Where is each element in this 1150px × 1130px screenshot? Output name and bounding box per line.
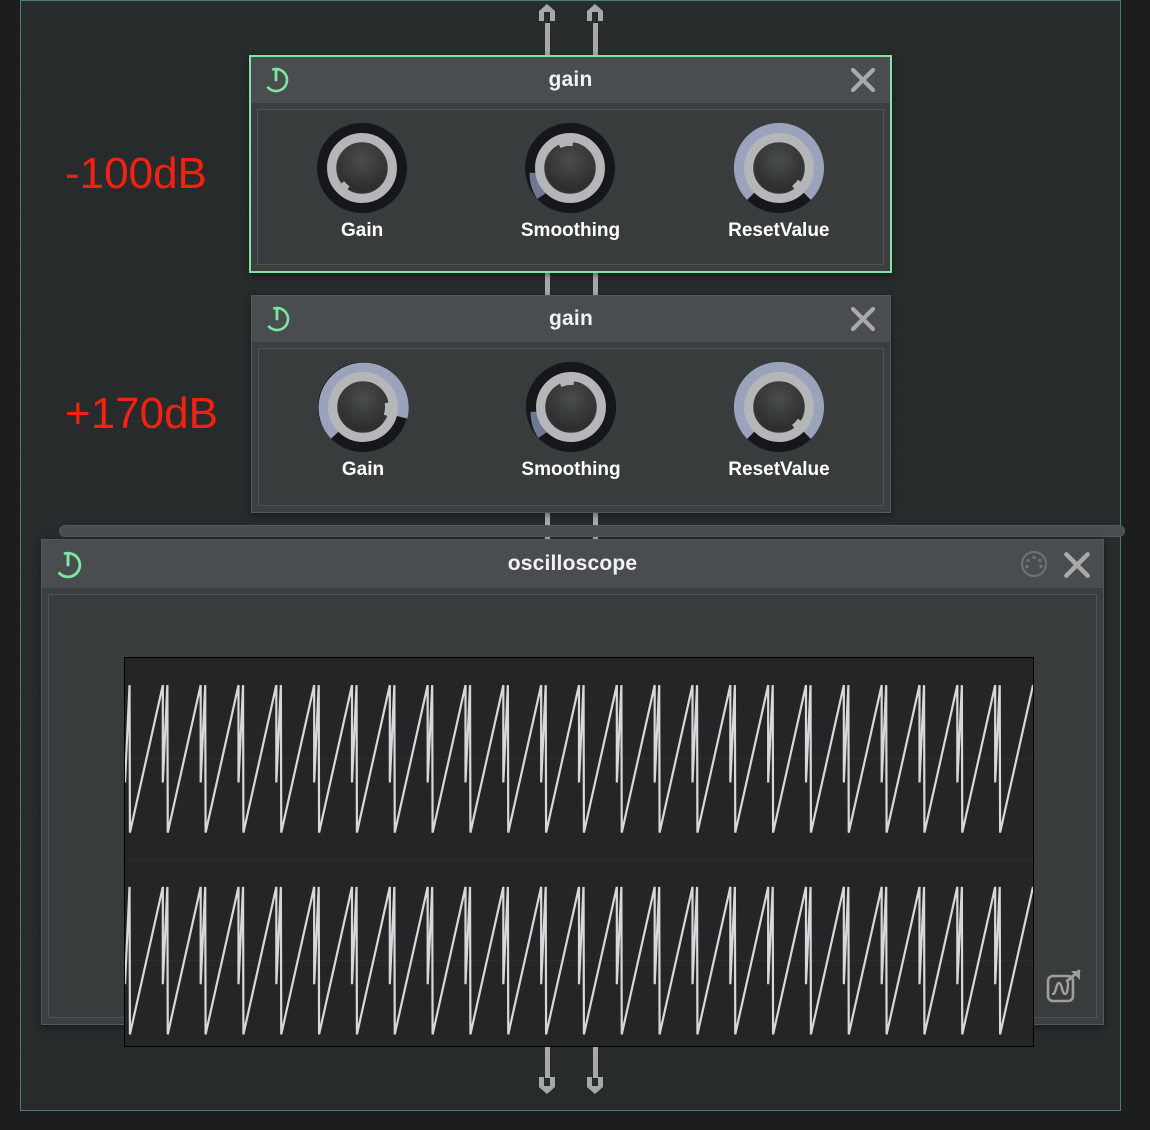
- power-icon[interactable]: [263, 67, 289, 93]
- knob-cell-smoothing: Smoothing: [486, 361, 656, 481]
- knob-cell-smoothing: Smoothing: [485, 122, 655, 242]
- power-icon[interactable]: [54, 551, 82, 579]
- port-input-right[interactable]: [584, 3, 606, 25]
- power-icon[interactable]: [264, 306, 290, 332]
- knob-row: Gain Smoothing ResetValue: [258, 122, 883, 242]
- module-title: oscilloscope: [507, 552, 638, 575]
- close-icon[interactable]: [848, 65, 878, 95]
- module-title: gain: [549, 307, 593, 330]
- module-body: Gain Smoothing ResetValue: [257, 109, 884, 265]
- knob-label: ResetValue: [728, 220, 830, 241]
- module-gain-2[interactable]: gain Gain Smoothing ResetValue: [251, 295, 891, 513]
- knob-label: Gain: [341, 220, 384, 241]
- module-title: gain: [548, 68, 593, 91]
- annotation-gain-2: +170dB: [65, 389, 218, 438]
- midi-icon[interactable]: [1019, 549, 1049, 579]
- port-output-right[interactable]: [584, 1069, 606, 1094]
- module-oscilloscope[interactable]: oscilloscope: [41, 539, 1104, 1047]
- knob-resetvalue[interactable]: [733, 361, 825, 453]
- module-header: gain: [251, 57, 890, 104]
- module-gain-1[interactable]: gain Gain Smoothing ResetValue: [249, 55, 892, 273]
- knob-gain[interactable]: [316, 122, 408, 214]
- patch-canvas[interactable]: -100dB +170dB gain Gain Smoothing ResetV…: [20, 0, 1125, 1111]
- module-resize-handle[interactable]: [59, 525, 1125, 537]
- knob-smoothing[interactable]: [525, 361, 617, 453]
- knob-cell-resetvalue: ResetValue: [694, 361, 864, 481]
- oscilloscope-display[interactable]: [124, 657, 1034, 1047]
- open-graph-icon[interactable]: [1044, 967, 1084, 1007]
- knob-cell-gain: Gain: [278, 361, 448, 481]
- knob-label: Gain: [341, 459, 385, 480]
- close-icon[interactable]: [848, 304, 878, 334]
- knob-cell-resetvalue: ResetValue: [694, 122, 864, 242]
- knob-resetvalue[interactable]: [733, 122, 825, 214]
- annotation-gain-1: -100dB: [65, 149, 207, 198]
- port-input-left[interactable]: [536, 3, 558, 25]
- knob-cell-gain: Gain: [277, 122, 447, 242]
- close-icon[interactable]: [1061, 549, 1091, 579]
- knob-label: Smoothing: [520, 220, 621, 241]
- knob-gain[interactable]: [317, 361, 409, 453]
- module-body: [48, 594, 1097, 1047]
- knob-label: ResetValue: [728, 459, 830, 480]
- knob-smoothing[interactable]: [524, 122, 616, 214]
- knob-label: Smoothing: [521, 459, 621, 480]
- port-output-left[interactable]: [536, 1069, 558, 1094]
- knob-row: Gain Smoothing ResetValue: [259, 361, 883, 481]
- module-header: oscilloscope: [42, 540, 1103, 589]
- module-body: Gain Smoothing ResetValue: [258, 348, 884, 506]
- module-header: gain: [252, 296, 890, 343]
